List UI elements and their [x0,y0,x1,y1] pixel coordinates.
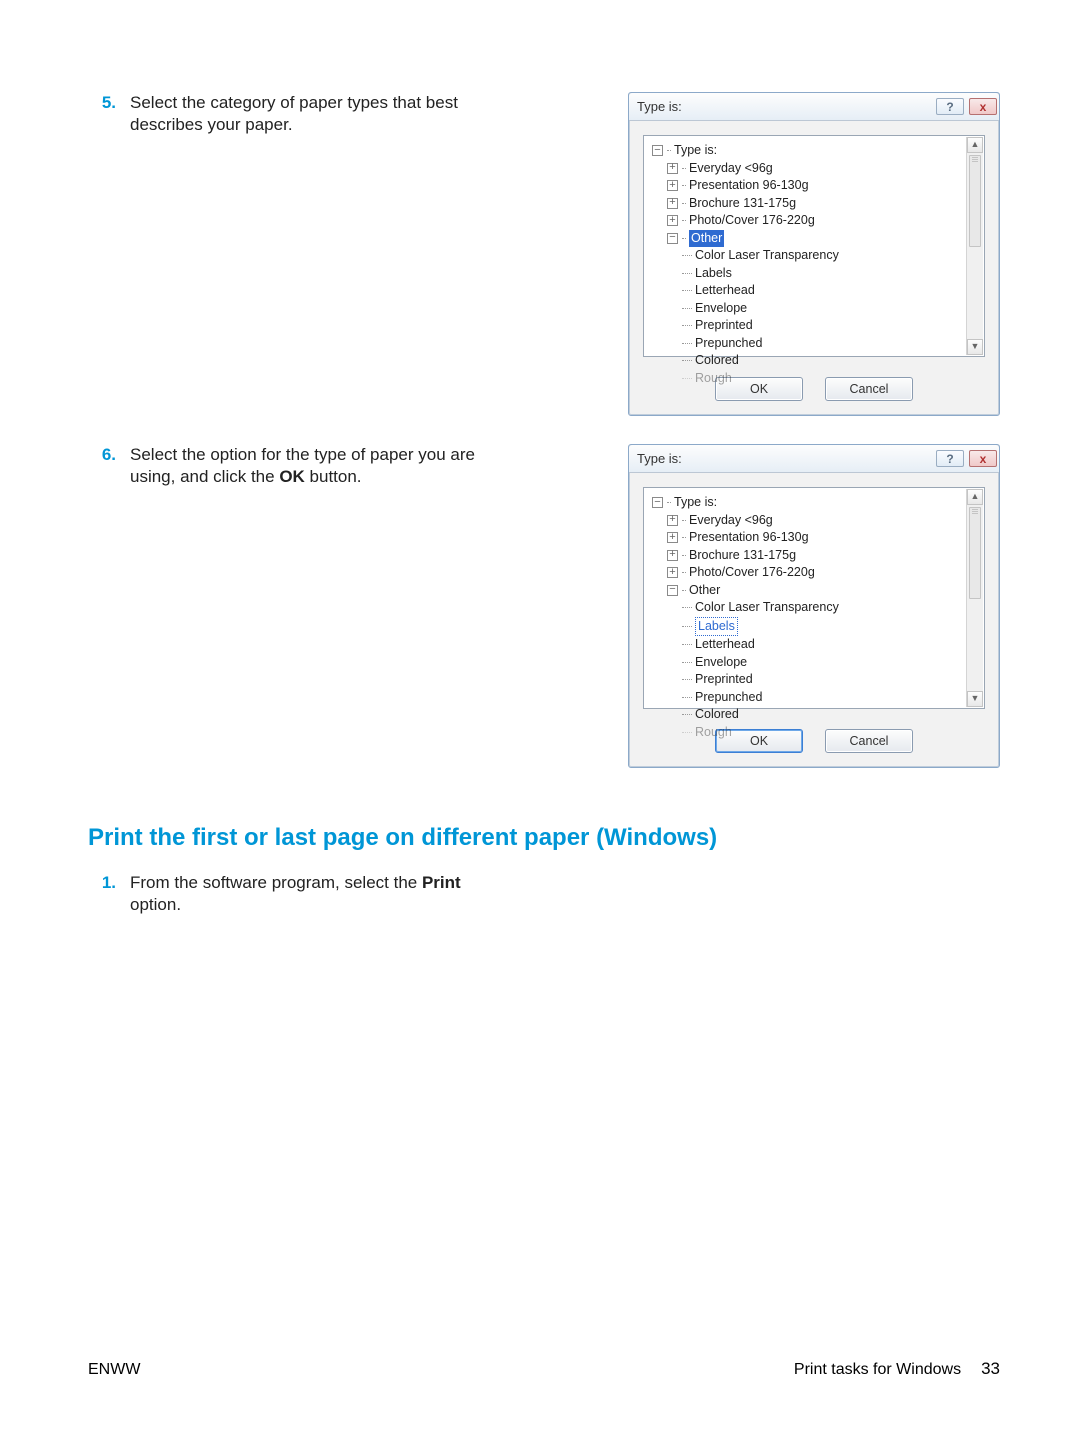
tree-item[interactable]: Brochure 131-175g [652,547,964,565]
dialog-title: Type is: [637,451,682,466]
tree-item[interactable]: Other [652,582,964,600]
collapse-icon[interactable] [652,145,663,156]
section-heading: Print the first or last page on differen… [88,824,1000,852]
tree-item[interactable]: Labels [652,265,964,283]
expand-icon[interactable] [667,198,678,209]
tree-item[interactable]: Brochure 131-175g [652,195,964,213]
tree-item[interactable]: Prepunched [652,335,964,353]
expand-icon[interactable] [667,515,678,526]
help-icon[interactable]: ? [936,98,964,115]
tree-item[interactable]: Colored [652,352,964,370]
scroll-thumb[interactable] [969,155,981,247]
expand-icon[interactable] [667,163,678,174]
tree-item[interactable]: Letterhead [652,636,964,654]
tree-item[interactable]: Prepunched [652,689,964,707]
tree-item[interactable]: Color Laser Transparency [652,247,964,265]
paper-type-tree[interactable]: ▲ ▼ Type is: Everyday <96g Presentation … [643,135,985,357]
help-icon[interactable]: ? [936,450,964,467]
close-icon[interactable]: x [969,98,997,115]
tree-root[interactable]: Type is: [652,494,964,512]
tree-item[interactable]: Photo/Cover 176-220g [652,564,964,582]
tree-item[interactable]: Color Laser Transparency [652,599,964,617]
step-number: 5. [88,92,130,114]
tree-item[interactable]: Preprinted [652,317,964,335]
tree-item[interactable]: Everyday <96g [652,160,964,178]
footer-left: ENWW [88,1361,140,1379]
collapse-icon[interactable] [667,233,678,244]
scroll-down-icon[interactable]: ▼ [967,691,983,707]
expand-icon[interactable] [667,180,678,191]
tree-item[interactable]: Preprinted [652,671,964,689]
type-is-dialog-1: Type is: ? x ▲ ▼ Type is: Ever [628,92,1000,416]
scrollbar[interactable]: ▲ ▼ [966,489,983,707]
expand-icon[interactable] [667,532,678,543]
tree-item[interactable]: Envelope [652,654,964,672]
tree-item[interactable]: Rough [652,724,964,742]
tree-item[interactable]: Envelope [652,300,964,318]
dialog-titlebar[interactable]: Type is: ? x [629,93,999,121]
dialog-titlebar[interactable]: Type is: ? x [629,445,999,473]
scroll-up-icon[interactable]: ▲ [967,489,983,505]
tree-item[interactable]: Letterhead [652,282,964,300]
tree-item[interactable]: Presentation 96-130g [652,177,964,195]
dialog-title: Type is: [637,99,682,114]
page-footer: ENWW Print tasks for Windows 33 [88,1359,1000,1379]
collapse-icon[interactable] [667,585,678,596]
step-1-next: 1. From the software program, select the… [88,872,1000,916]
expand-icon[interactable] [667,215,678,226]
step-number: 1. [88,872,130,894]
expand-icon[interactable] [667,550,678,561]
scrollbar[interactable]: ▲ ▼ [966,137,983,355]
tree-item-selected[interactable]: Labels [652,617,964,637]
tree-root[interactable]: Type is: [652,142,964,160]
type-is-dialog-2: Type is: ? x ▲ ▼ Type is: Ever [628,444,1000,768]
tree-item[interactable]: Rough [652,370,964,388]
step-text: From the software program, select the Pr… [130,872,510,916]
tree-item[interactable]: Photo/Cover 176-220g [652,212,964,230]
tree-item-selected[interactable]: Other [652,230,964,248]
footer-chapter: Print tasks for Windows [794,1361,961,1379]
page-number: 33 [981,1359,1000,1379]
paper-type-tree[interactable]: ▲ ▼ Type is: Everyday <96g Presentation … [643,487,985,709]
tree-item[interactable]: Everyday <96g [652,512,964,530]
close-icon[interactable]: x [969,450,997,467]
step-6: 6. Select the option for the type of pap… [88,444,1000,768]
scroll-down-icon[interactable]: ▼ [967,339,983,355]
collapse-icon[interactable] [652,497,663,508]
tree-item[interactable]: Colored [652,706,964,724]
scroll-up-icon[interactable]: ▲ [967,137,983,153]
step-text: Select the category of paper types that … [130,92,510,136]
step-text: Select the option for the type of paper … [130,444,510,488]
tree-item[interactable]: Presentation 96-130g [652,529,964,547]
step-5: 5. Select the category of paper types th… [88,92,1000,416]
expand-icon[interactable] [667,567,678,578]
step-number: 6. [88,444,130,466]
scroll-thumb[interactable] [969,507,981,599]
